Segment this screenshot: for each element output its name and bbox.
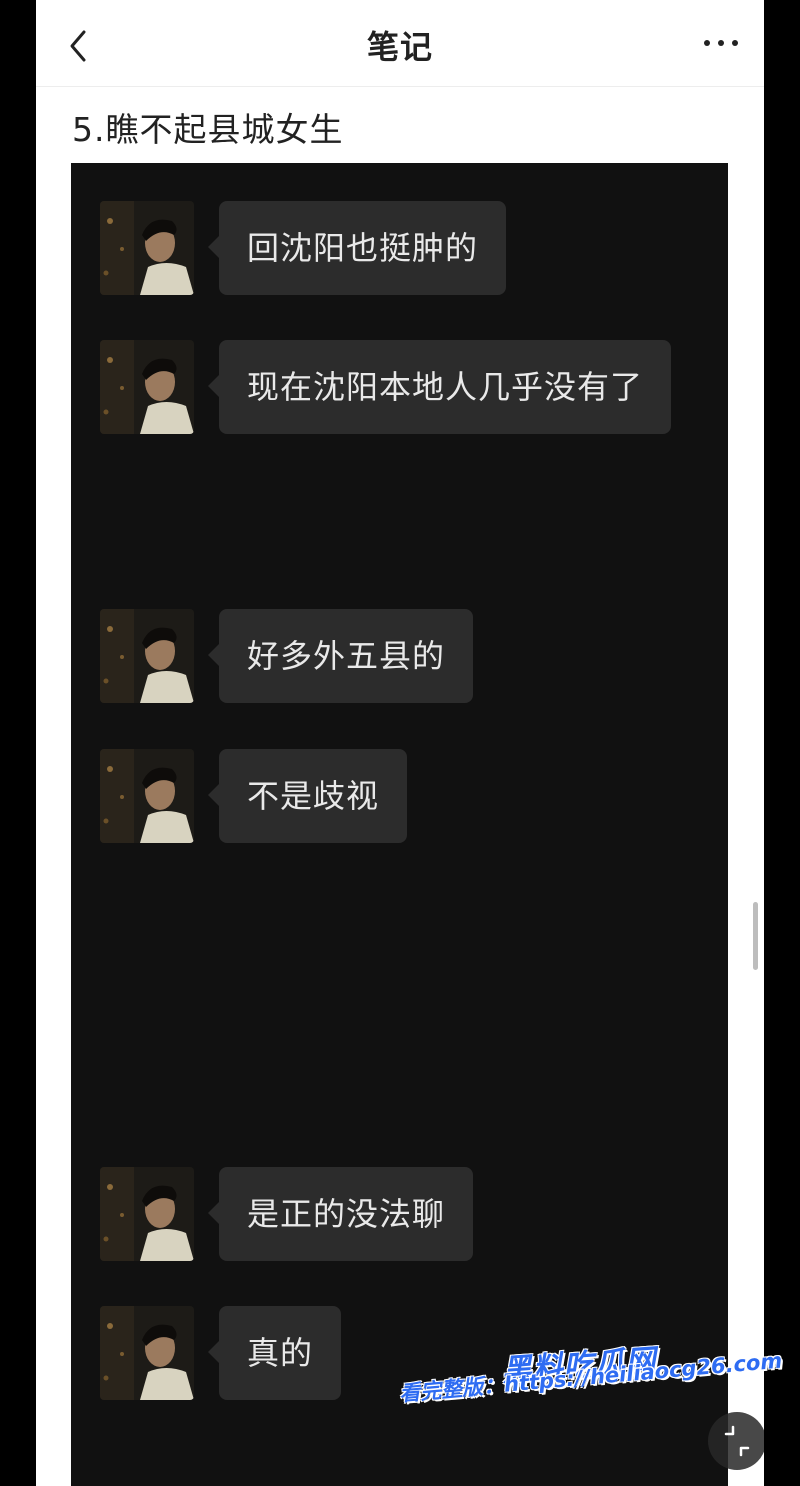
chat-bubble: 好多外五县的 [207,609,474,703]
avatar [100,1167,194,1261]
chat-message: 不是歧视 [100,749,728,843]
more-dots-icon[interactable] [702,30,740,54]
avatar [100,749,194,843]
chat-message: 现在沈阳本地人几乎没有了 [100,340,728,434]
chat-bubble: 不是歧视 [207,749,408,843]
collapse-arrows-icon [724,1425,750,1457]
chat-message: 真的 [100,1306,728,1400]
scrollbar[interactable] [753,902,758,970]
chat-bubble: 真的 [207,1306,342,1400]
chat-message: 是正的没法聊 [100,1167,728,1261]
avatar [100,201,194,295]
chat-screenshot: 回沈阳也挺肿的 现在沈阳本地人几乎没有了 好多外五县的 不是歧视 是正的没法聊 … [71,163,728,1486]
page-title: 笔记 [366,28,433,66]
chat-bubble: 现在沈阳本地人几乎没有了 [207,340,672,434]
chat-message: 好多外五县的 [100,609,728,703]
collapse-button[interactable] [708,1412,764,1470]
avatar [100,609,194,703]
chat-bubble: 是正的没法聊 [207,1167,474,1261]
avatar [100,1306,194,1400]
chat-bubble: 回沈阳也挺肿的 [207,201,507,295]
avatar [100,340,194,434]
chat-message: 回沈阳也挺肿的 [100,201,728,295]
note-title: 5.瞧不起县城女生 [72,110,344,149]
top-nav-bar: 笔记 [36,0,764,87]
phone-screen: 笔记 5.瞧不起县城女生 回沈阳也挺肿的 现在沈阳本地人几乎没有了 好多外五县的… [36,0,764,1486]
